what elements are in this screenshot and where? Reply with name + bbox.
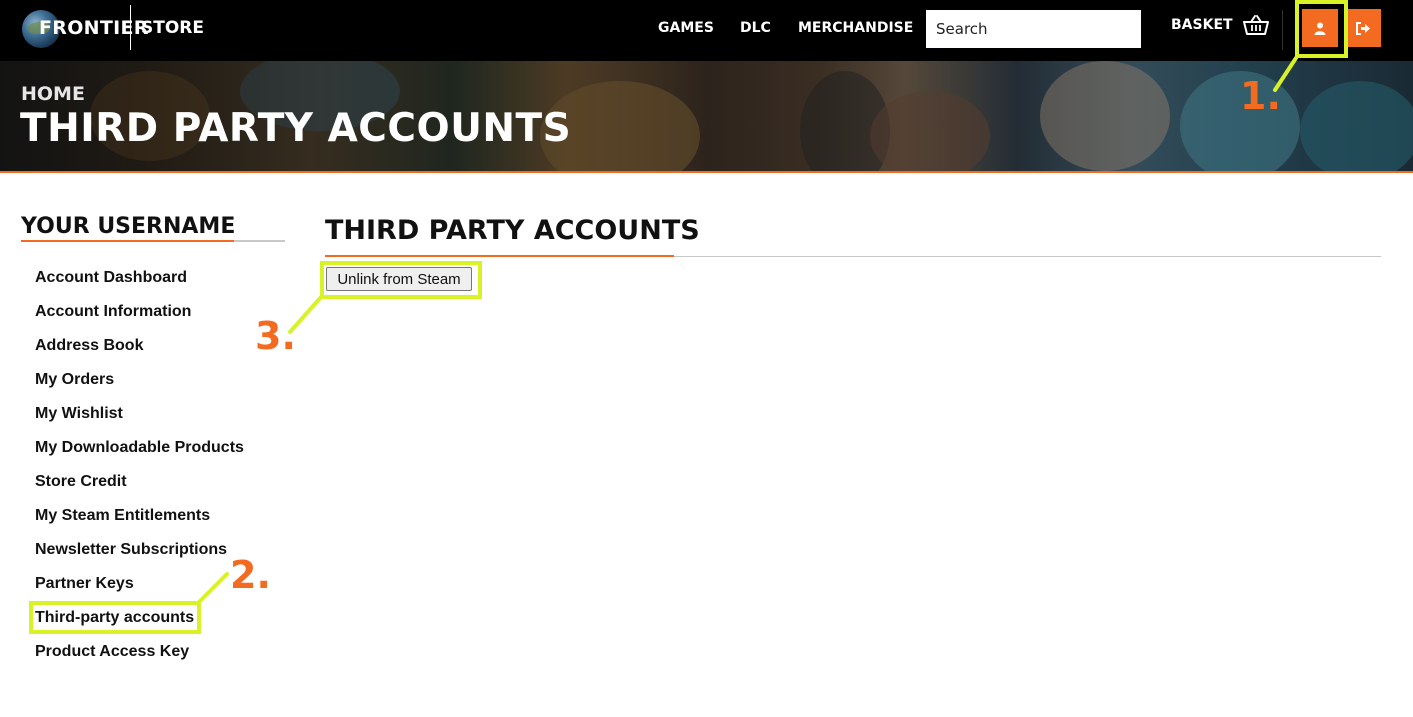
basket-label: BASKET xyxy=(1171,17,1233,33)
annotation-step-3: 3. xyxy=(255,314,296,358)
sidebar-item-address-book[interactable]: Address Book xyxy=(35,336,244,370)
logo-text: FRONTIER xyxy=(39,17,149,39)
nav-dlc[interactable]: DLC xyxy=(740,20,771,36)
user-icon xyxy=(1314,22,1326,35)
basket-icon xyxy=(1242,15,1269,35)
unlink-steam-button[interactable]: Unlink from Steam xyxy=(326,267,472,291)
frontier-logo[interactable]: FRONTIER xyxy=(22,7,148,51)
sidebar-item-account-information[interactable]: Account Information xyxy=(35,302,244,336)
page-title: THIRD PARTY ACCOUNTS xyxy=(20,106,572,151)
nav-merchandise[interactable]: MERCHANDISE xyxy=(798,20,913,36)
sidebar-title: YOUR USERNAME xyxy=(21,214,236,239)
sidebar-item-steam-entitlements[interactable]: My Steam Entitlements xyxy=(35,506,244,540)
sidebar-item-downloadable-products[interactable]: My Downloadable Products xyxy=(35,438,244,472)
search-input[interactable] xyxy=(926,10,1141,48)
sidebar-item-third-party-accounts[interactable]: Third-party accounts xyxy=(35,608,244,642)
basket-button[interactable]: BASKET xyxy=(1171,14,1269,36)
section-title: THIRD PARTY ACCOUNTS xyxy=(325,215,700,246)
sidebar-item-my-orders[interactable]: My Orders xyxy=(35,370,244,404)
logout-button[interactable] xyxy=(1345,9,1381,47)
sidebar-item-newsletter[interactable]: Newsletter Subscriptions xyxy=(35,540,244,574)
sidebar-item-store-credit[interactable]: Store Credit xyxy=(35,472,244,506)
sidebar-item-my-wishlist[interactable]: My Wishlist xyxy=(35,404,244,438)
annotation-step-2: 2. xyxy=(230,553,271,597)
section-title-accent xyxy=(325,255,674,257)
breadcrumb-home[interactable]: HOME xyxy=(21,83,85,105)
sidebar-title-accent xyxy=(21,240,234,242)
store-label[interactable]: STORE xyxy=(141,18,204,38)
account-menu: Account Dashboard Account Information Ad… xyxy=(35,268,244,676)
account-button[interactable] xyxy=(1302,9,1338,47)
sidebar-item-product-access-key[interactable]: Product Access Key xyxy=(35,642,244,676)
header-divider xyxy=(1282,10,1283,50)
top-navigation-bar: FRONTIER STORE GAMES DLC MERCHANDISE BAS… xyxy=(0,0,1413,61)
sidebar-item-partner-keys[interactable]: Partner Keys xyxy=(35,574,244,608)
sidebar-item-account-dashboard[interactable]: Account Dashboard xyxy=(35,268,244,302)
hero-accent-line xyxy=(0,171,1413,173)
nav-games[interactable]: GAMES xyxy=(658,20,714,36)
logout-icon xyxy=(1356,21,1370,35)
annotation-step-1: 1. xyxy=(1240,74,1281,118)
logo-divider xyxy=(130,5,131,50)
